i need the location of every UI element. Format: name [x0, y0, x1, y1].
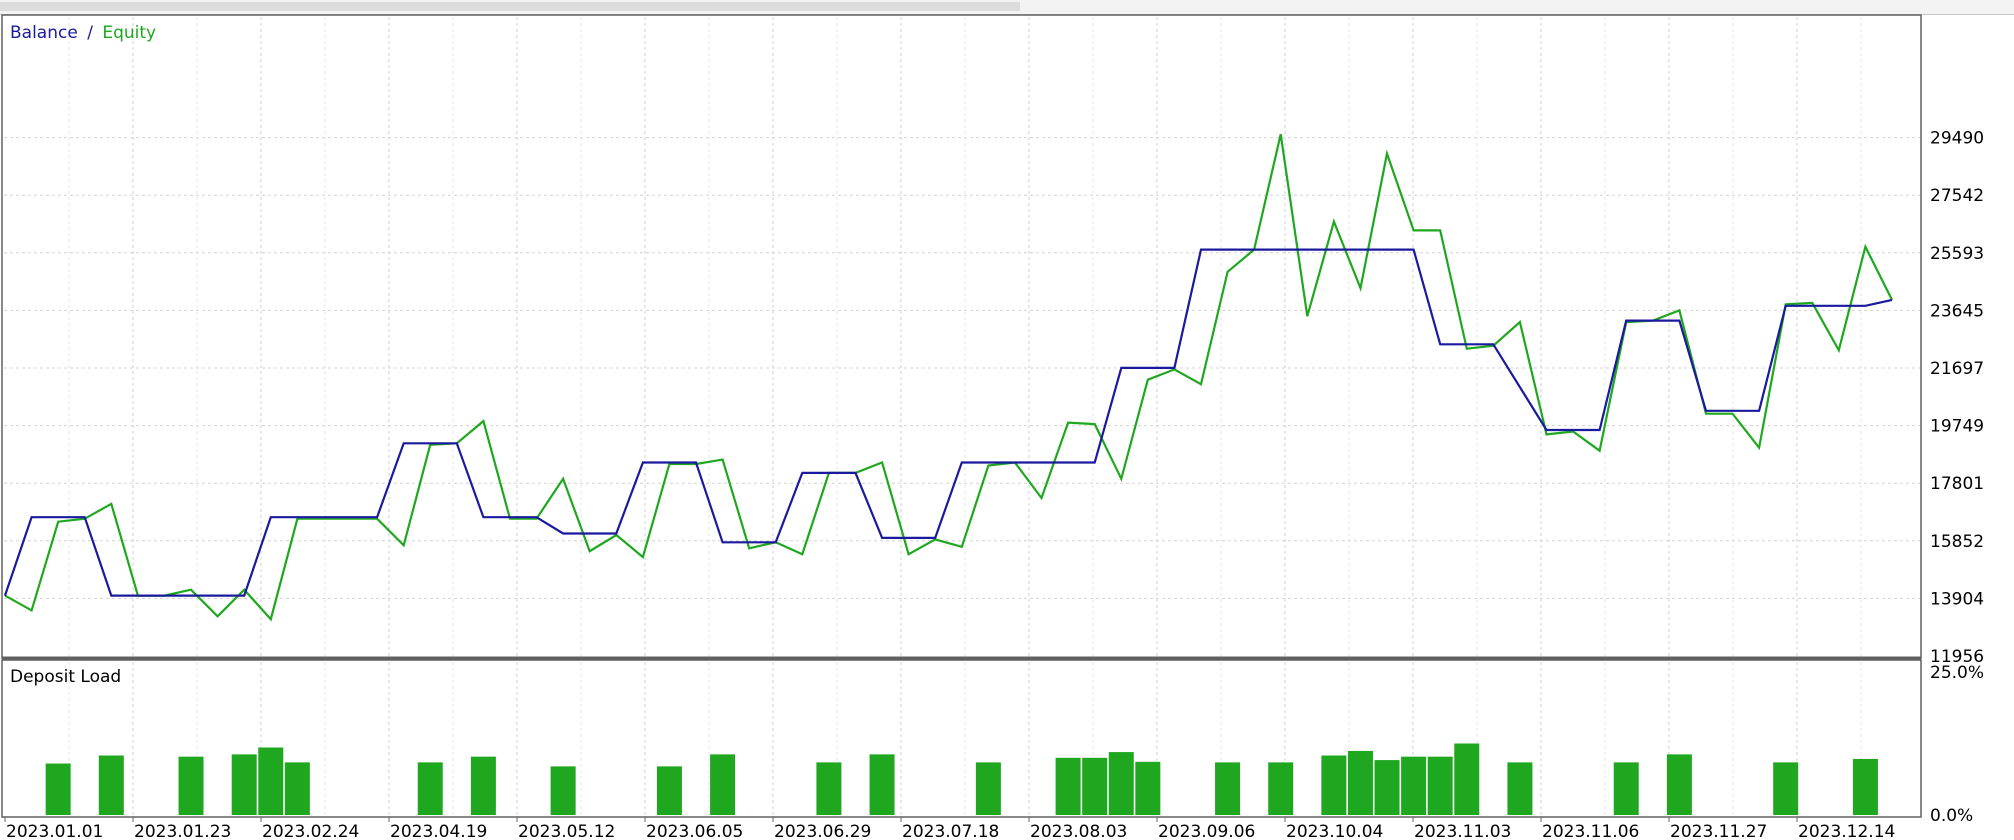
deposit-load-bar	[1613, 762, 1639, 815]
y-tick-label: 15852	[1930, 532, 1984, 552]
main-panel-frame	[1, 14, 1922, 659]
deposit-load-bar	[1321, 755, 1347, 815]
y-tick-label: 21697	[1930, 359, 1984, 379]
y-axis-deposit-load: 25.0% 0.0%	[1930, 663, 1984, 826]
legend-balance: Balance	[10, 23, 78, 43]
x-tick-label: 2023.10.04	[1286, 822, 1383, 840]
x-axis: 2023.01.01 2023.01.23 2023.02.24 2023.04.19…	[4, 817, 1895, 840]
deposit-load-bar	[656, 766, 682, 815]
x-tick-label: 2023.06.29	[774, 822, 871, 840]
y-tick-label: 0.0%	[1930, 806, 1973, 826]
deposit-load-bar	[231, 754, 257, 815]
deposit-load-bar	[470, 756, 496, 815]
deposit-load-bar	[1401, 756, 1427, 815]
deposit-load-bar	[816, 762, 842, 815]
x-tick-label: 2023.01.23	[134, 822, 231, 840]
x-tick-label: 2023.01.01	[6, 822, 103, 840]
deposit-load-bar	[1427, 756, 1453, 815]
deposit-load-bar	[258, 747, 284, 815]
deposit-load-bar	[1852, 758, 1878, 815]
deposit-load-bar	[1135, 761, 1161, 815]
deposit-load-bar	[45, 763, 71, 815]
x-tick-label: 2023.05.12	[518, 822, 615, 840]
y-tick-label: 27542	[1930, 186, 1984, 206]
y-tick-label: 25593	[1930, 244, 1984, 264]
deposit-load-bar	[98, 755, 124, 815]
x-tick-label: 2023.09.06	[1158, 822, 1255, 840]
x-tick-label: 2023.11.06	[1542, 822, 1639, 840]
legend-equity: Equity	[102, 23, 156, 43]
x-tick-label: 2023.02.24	[262, 822, 359, 840]
deposit-load-bar	[178, 756, 204, 815]
y-axis-equity: 29490 27542 25593 23645 21697 19749 17801 15852…	[1930, 129, 1984, 667]
x-tick-label: 2023.11.03	[1414, 822, 1511, 840]
deposit-load-bar	[417, 762, 443, 815]
deposit-load-bar	[1773, 762, 1799, 815]
deposit-load-bar	[1215, 762, 1241, 815]
deposit-load-bar	[1082, 757, 1108, 815]
deposit-load-bar	[1347, 750, 1373, 815]
legend-separator: /	[87, 23, 93, 43]
deposit-load-bar	[550, 766, 576, 815]
deposit-load-bar	[1666, 754, 1692, 815]
x-tick-label: 2023.08.03	[1030, 822, 1127, 840]
y-tick-label: 23645	[1930, 301, 1984, 321]
deposit-load-bar	[1055, 757, 1081, 815]
x-tick-label: 2023.11.27	[1670, 822, 1767, 840]
deposit-load-bar	[284, 762, 310, 815]
y-tick-label: 29490	[1930, 129, 1984, 149]
y-tick-label: 17801	[1930, 474, 1984, 494]
x-tick-label: 2023.06.05	[646, 822, 743, 840]
deposit-load-bar	[869, 754, 895, 815]
deposit-load-bar	[1268, 762, 1294, 815]
x-tick-label: 2023.07.18	[902, 822, 999, 840]
y-tick-label: 25.0%	[1930, 663, 1984, 683]
deposit-load-bar	[710, 754, 736, 815]
deposit-load-bar	[1108, 752, 1134, 815]
y-tick-label: 13904	[1930, 589, 1984, 609]
deposit-load-bar	[1454, 743, 1480, 815]
x-tick-label: 2023.04.19	[390, 822, 487, 840]
y-tick-label: 19749	[1930, 417, 1984, 437]
report-chart: 29490 27542 25593 23645 21697 19749 17801 15852…	[1, 14, 1984, 840]
deposit-load-bar	[1507, 762, 1533, 815]
deposit-load-bar	[975, 762, 1001, 815]
legend: Balance / Equity	[10, 23, 156, 43]
x-tick-label: 2023.12.14	[1798, 822, 1895, 840]
deposit-load-title: Deposit Load	[10, 667, 121, 687]
deposit-load-bar	[1374, 760, 1400, 815]
